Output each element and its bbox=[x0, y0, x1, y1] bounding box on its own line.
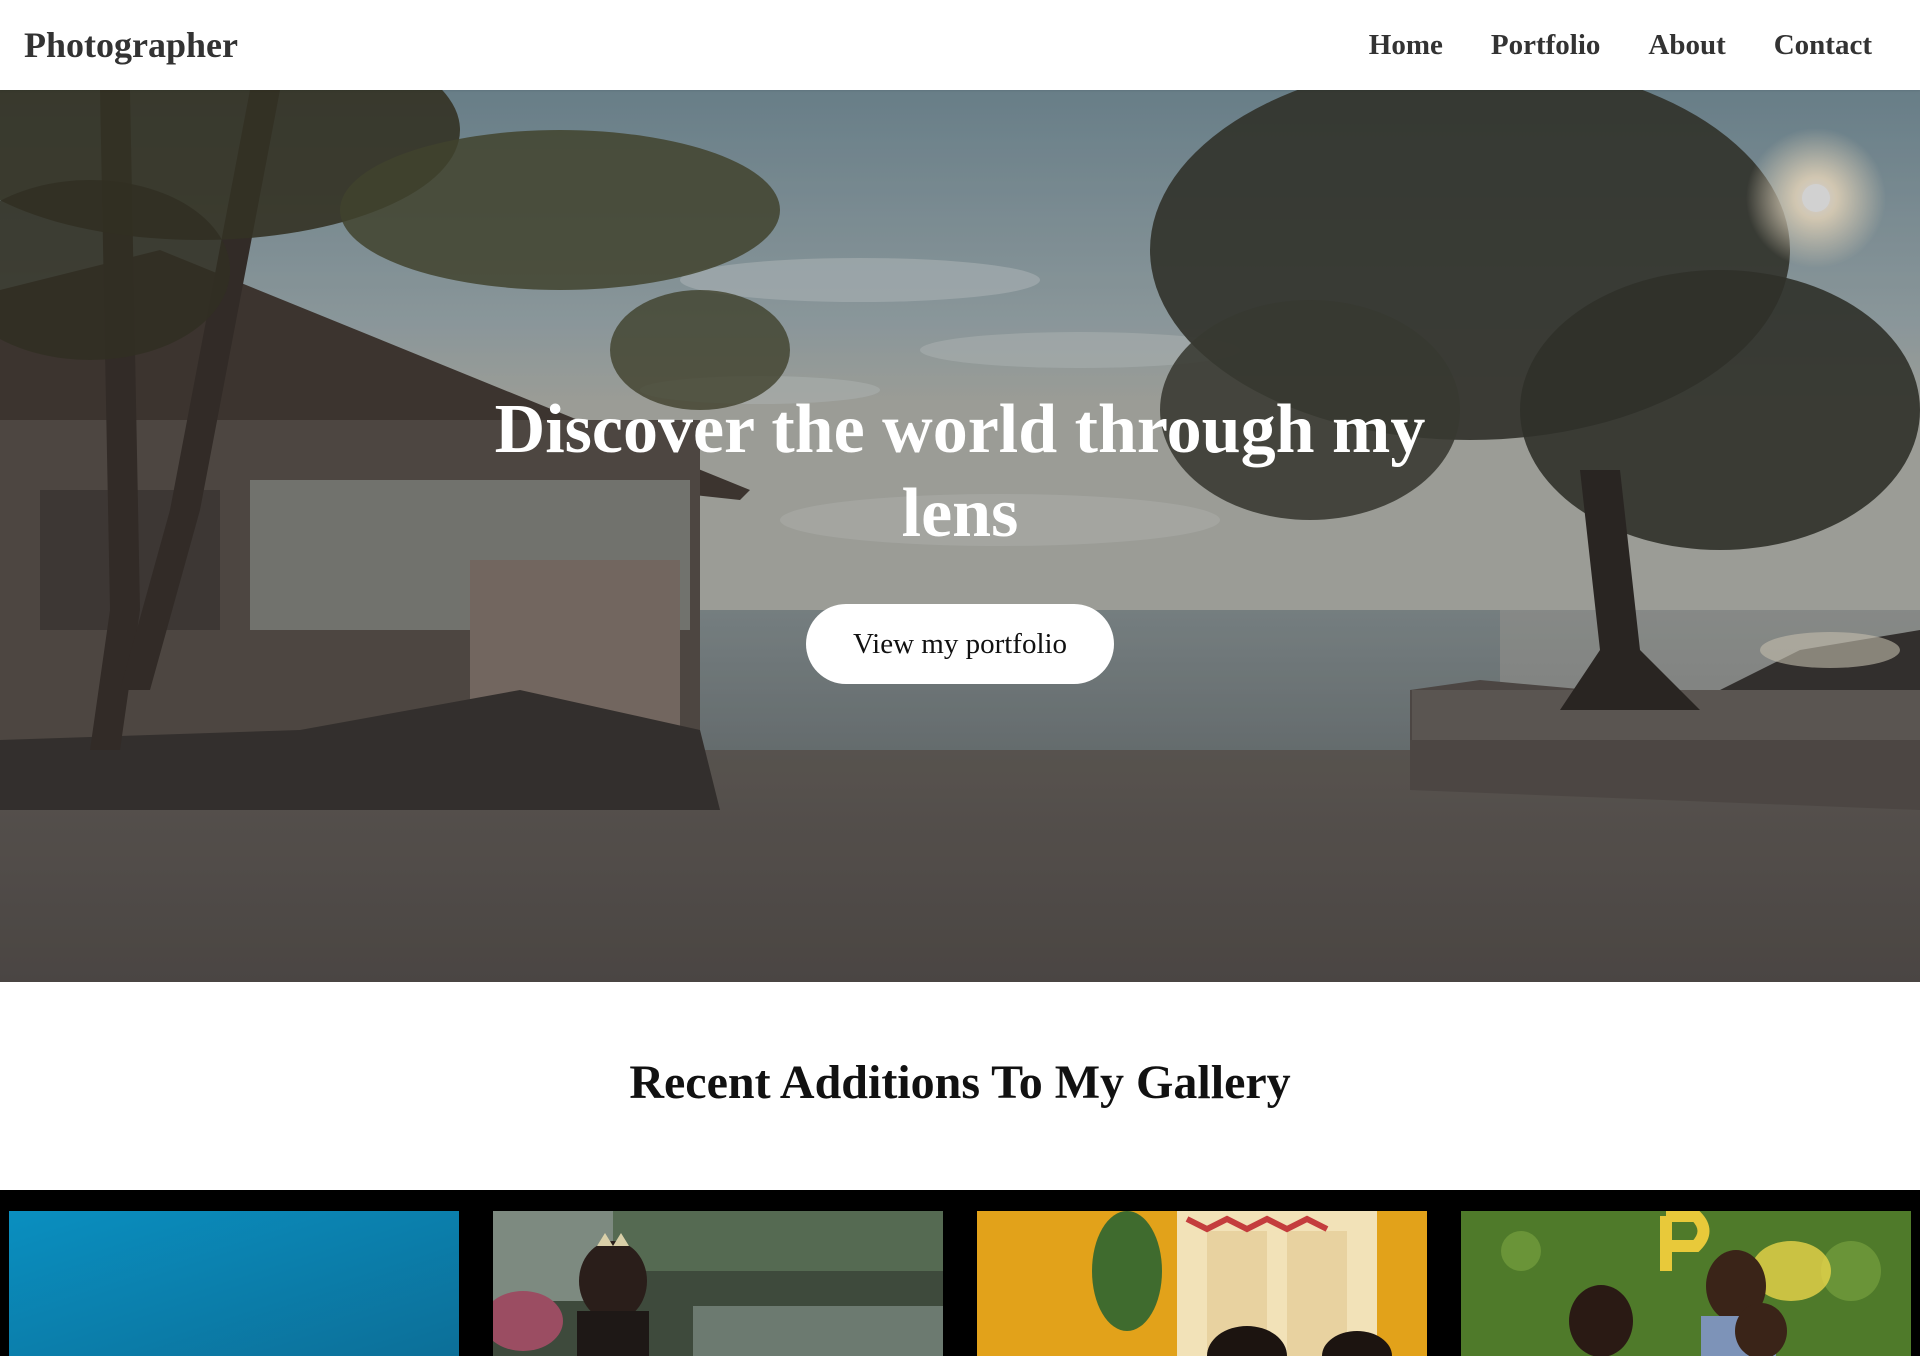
main-nav: Home Portfolio About Contact bbox=[1369, 29, 1896, 62]
hero-content: Discover the world through my lens View … bbox=[0, 90, 1920, 982]
gallery-item-blue-backdrop[interactable] bbox=[9, 1211, 459, 1356]
brand-logo[interactable]: Photographer bbox=[24, 24, 238, 66]
crowned-woman-outdoor-photo bbox=[493, 1211, 943, 1356]
gallery-strip bbox=[0, 1190, 1920, 1356]
view-portfolio-button[interactable]: View my portfolio bbox=[806, 604, 1114, 684]
nav-contact-link[interactable]: Contact bbox=[1774, 29, 1872, 62]
nav-portfolio-link[interactable]: Portfolio bbox=[1491, 29, 1601, 62]
gallery-item-family-portrait[interactable] bbox=[977, 1211, 1427, 1356]
family-portrait-yellow-room-photo bbox=[977, 1211, 1427, 1356]
children-green-wall-photo bbox=[1461, 1211, 1911, 1356]
gallery-heading: Recent Additions To My Gallery bbox=[629, 1056, 1291, 1109]
blue-backdrop-photo bbox=[9, 1211, 459, 1356]
nav-about-link[interactable]: About bbox=[1648, 29, 1725, 62]
nav-home-link[interactable]: Home bbox=[1369, 29, 1443, 62]
hero-section: Discover the world through my lens View … bbox=[0, 90, 1920, 982]
hero-title: Discover the world through my lens bbox=[494, 391, 1426, 552]
site-header: Photographer Home Portfolio About Contac… bbox=[0, 0, 1920, 90]
gallery-item-crowned-woman[interactable] bbox=[493, 1211, 943, 1356]
gallery-item-children-green-wall[interactable] bbox=[1461, 1211, 1911, 1356]
